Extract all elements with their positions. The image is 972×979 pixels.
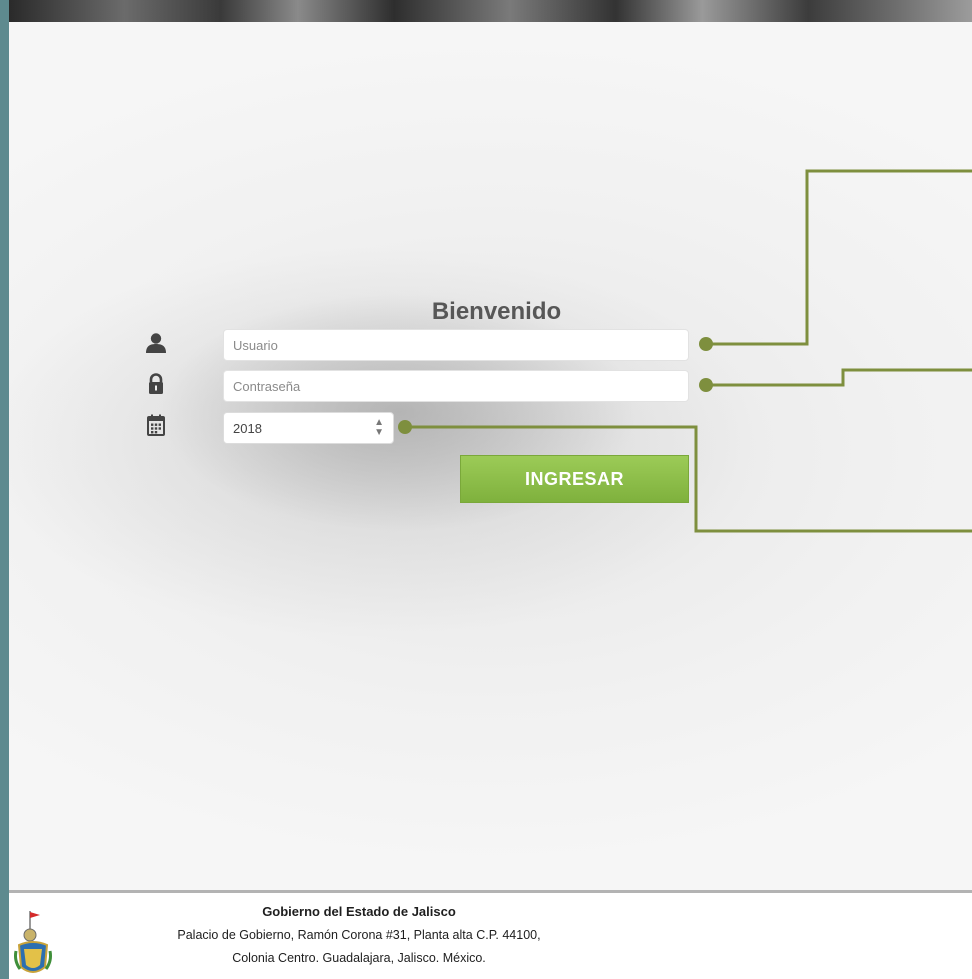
callout-dot-username <box>699 337 713 351</box>
footer-organization: Gobierno del Estado de Jalisco <box>262 904 456 919</box>
header-banner-image <box>9 0 972 22</box>
page-frame: Bienvenido 2 <box>9 0 972 979</box>
callout-connector-lines <box>398 169 972 533</box>
footer-address-line1: Palacio de Gobierno, Ramón Corona #31, P… <box>177 928 541 942</box>
callout-line-year <box>405 425 972 533</box>
footer: Gobierno del Estado de Jalisco Palacio d… <box>9 893 972 979</box>
footer-address-line2: Colonia Centro. Guadalajara, Jalisco. Mé… <box>232 951 486 965</box>
callout-line-password <box>706 368 972 387</box>
callout-dot-year <box>398 420 412 434</box>
callout-dot-password <box>699 378 713 392</box>
callout-line-username <box>706 169 972 346</box>
login-area: Bienvenido 2 <box>9 22 972 890</box>
